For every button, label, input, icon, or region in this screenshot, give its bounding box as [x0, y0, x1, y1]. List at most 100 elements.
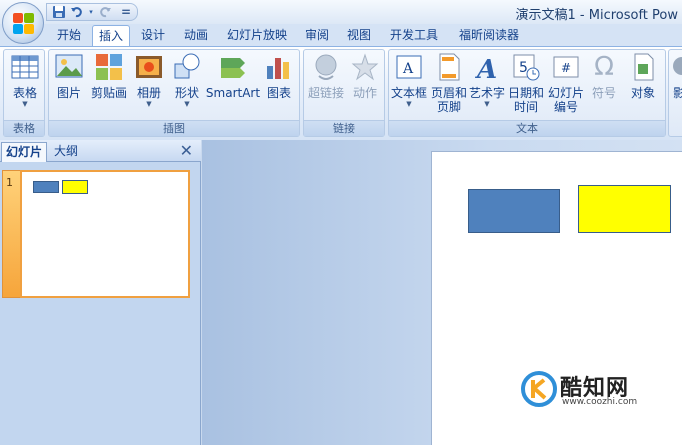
tab-foxit-reader[interactable]: 福昕阅读器: [450, 25, 528, 46]
ribbon: 表格 ▼ 表格 图片 剪贴画 相册 ▼ 形状 ▼ SmartArt 图表 插图 …: [0, 46, 682, 140]
group-label-links: 链接: [304, 120, 384, 136]
tab-slides[interactable]: 幻灯片: [1, 142, 48, 162]
header-footer-label-line1: 页眉和: [430, 86, 467, 100]
object-button[interactable]: 对象: [623, 52, 663, 100]
chart-button-label: 图表: [266, 86, 291, 100]
ribbon-tab-strip: 开始 插入 设计 动画 幻灯片放映 审阅 视图 开发工具 福昕阅读器: [0, 24, 682, 46]
smartart-button-label: SmartArt: [205, 86, 261, 100]
clipart-button[interactable]: 剪贴画: [89, 52, 129, 100]
shapes-icon: [172, 52, 202, 82]
office-button[interactable]: [2, 2, 44, 44]
chevron-down-icon: ▼: [484, 100, 490, 108]
slide-number-icon: #: [551, 52, 581, 82]
picture-button-label: 图片: [56, 86, 81, 100]
svg-text:#: #: [561, 61, 571, 75]
svg-text:A: A: [474, 55, 497, 82]
tab-review[interactable]: 审阅: [298, 25, 336, 46]
table-button[interactable]: 表格 ▼: [6, 52, 44, 108]
movie-button-label: 影: [672, 86, 682, 100]
action-button[interactable]: 动作: [346, 52, 384, 100]
photo-album-icon: [134, 52, 164, 82]
date-time-label-line2: 时间: [513, 100, 538, 114]
selected-slide-indicator: [2, 170, 22, 298]
slide-number-label-line2: 编号: [553, 100, 578, 114]
undo-icon[interactable]: [69, 5, 85, 19]
customize-qat-icon[interactable]: =: [121, 5, 131, 19]
save-icon[interactable]: [51, 5, 67, 19]
date-time-button[interactable]: 5 日期和 时间: [507, 52, 545, 114]
header-footer-button[interactable]: 页眉和 页脚: [429, 52, 469, 114]
globe-link-icon: [311, 52, 341, 82]
tab-home[interactable]: 开始: [48, 25, 90, 46]
title-bar: ▾ = 演示文稿1 - Microsoft Pow: [0, 0, 682, 24]
svg-text:A: A: [402, 61, 414, 77]
tab-developer[interactable]: 开发工具: [384, 25, 444, 46]
textbox-button-label: 文本框: [390, 86, 427, 100]
clipart-icon: [94, 52, 124, 82]
ribbon-group-links: 超链接 动作 链接: [303, 49, 385, 137]
watermark-url: www.coozhi.com: [562, 397, 638, 407]
tab-view[interactable]: 视图: [340, 25, 378, 46]
group-label-illustrations: 插图: [49, 120, 299, 136]
textbox-button[interactable]: A 文本框 ▼: [389, 52, 429, 108]
chart-button[interactable]: 图表: [261, 52, 297, 100]
blue-rectangle-shape[interactable]: [468, 189, 560, 233]
tab-design[interactable]: 设计: [134, 25, 172, 46]
textbox-icon: A: [394, 52, 424, 82]
close-icon[interactable]: ✕: [180, 141, 193, 160]
action-button-label: 动作: [352, 86, 377, 100]
wordart-icon: A: [472, 52, 502, 85]
hyperlink-button[interactable]: 超链接: [306, 52, 346, 100]
chart-icon: [264, 52, 294, 82]
date-time-label-line1: 日期和: [507, 86, 544, 100]
coozhi-logo-icon: [520, 370, 558, 408]
object-icon: [628, 52, 658, 82]
shapes-button[interactable]: 形状 ▼: [169, 52, 205, 108]
yellow-rectangle-shape[interactable]: [578, 185, 671, 233]
tab-slideshow[interactable]: 幻灯片放映: [220, 25, 294, 46]
ribbon-group-illustrations: 图片 剪贴画 相册 ▼ 形状 ▼ SmartArt 图表 插图: [48, 49, 300, 137]
smartart-button[interactable]: SmartArt: [205, 52, 261, 100]
quick-access-toolbar: ▾ =: [46, 3, 139, 21]
hyperlink-button-label: 超链接: [307, 86, 344, 100]
ribbon-group-tables: 表格 ▼ 表格: [3, 49, 45, 137]
chevron-down-icon: ▼: [406, 100, 412, 108]
chevron-down-icon: ▼: [22, 100, 28, 108]
wordart-button[interactable]: A 艺术字 ▼: [469, 52, 505, 108]
slide-thumbnail[interactable]: [20, 170, 190, 298]
undo-dropdown-icon[interactable]: ▾: [87, 5, 95, 19]
photo-album-button[interactable]: 相册 ▼: [131, 52, 167, 108]
table-button-label: 表格: [12, 86, 37, 100]
tab-animation[interactable]: 动画: [176, 25, 216, 46]
thumbnail-yellow-rectangle: [62, 180, 88, 194]
table-icon: [10, 52, 40, 82]
slide-pane-tabs: 幻灯片 大纲 ✕: [0, 140, 201, 162]
clipart-button-label: 剪贴画: [90, 86, 127, 100]
header-footer-label-line2: 页脚: [436, 100, 461, 114]
symbol-button-label: 符号: [591, 86, 616, 100]
omega-symbol-icon: Ω: [594, 52, 614, 82]
slide-number-button[interactable]: # 幻灯片 编号: [545, 52, 587, 114]
slide-number-label-line1: 幻灯片: [547, 86, 584, 100]
tab-outline[interactable]: 大纲: [50, 142, 94, 162]
object-button-label: 对象: [630, 86, 655, 100]
picture-button[interactable]: 图片: [51, 52, 87, 100]
chevron-down-icon: ▼: [146, 100, 152, 108]
tab-outline-label: 大纲: [54, 144, 79, 158]
window-title: 演示文稿1 - Microsoft Pow: [515, 8, 678, 23]
picture-icon: [54, 52, 84, 82]
header-footer-icon: [434, 52, 464, 82]
movie-icon: [670, 52, 682, 82]
office-logo-icon: [13, 13, 35, 35]
slide-number: 1: [6, 176, 13, 189]
movie-button[interactable]: 影: [670, 52, 682, 100]
tab-insert[interactable]: 插入: [92, 25, 130, 46]
symbol-button[interactable]: Ω 符号: [587, 52, 621, 100]
group-label-tables: 表格: [4, 120, 44, 136]
ribbon-group-media: 影: [668, 49, 682, 137]
redo-icon[interactable]: [97, 5, 113, 19]
group-label-text: 文本: [389, 120, 665, 136]
wordart-button-label: 艺术字: [469, 86, 506, 100]
chevron-down-icon: ▼: [184, 100, 190, 108]
watermark: 酷知网 www.coozhi.com: [520, 368, 680, 414]
